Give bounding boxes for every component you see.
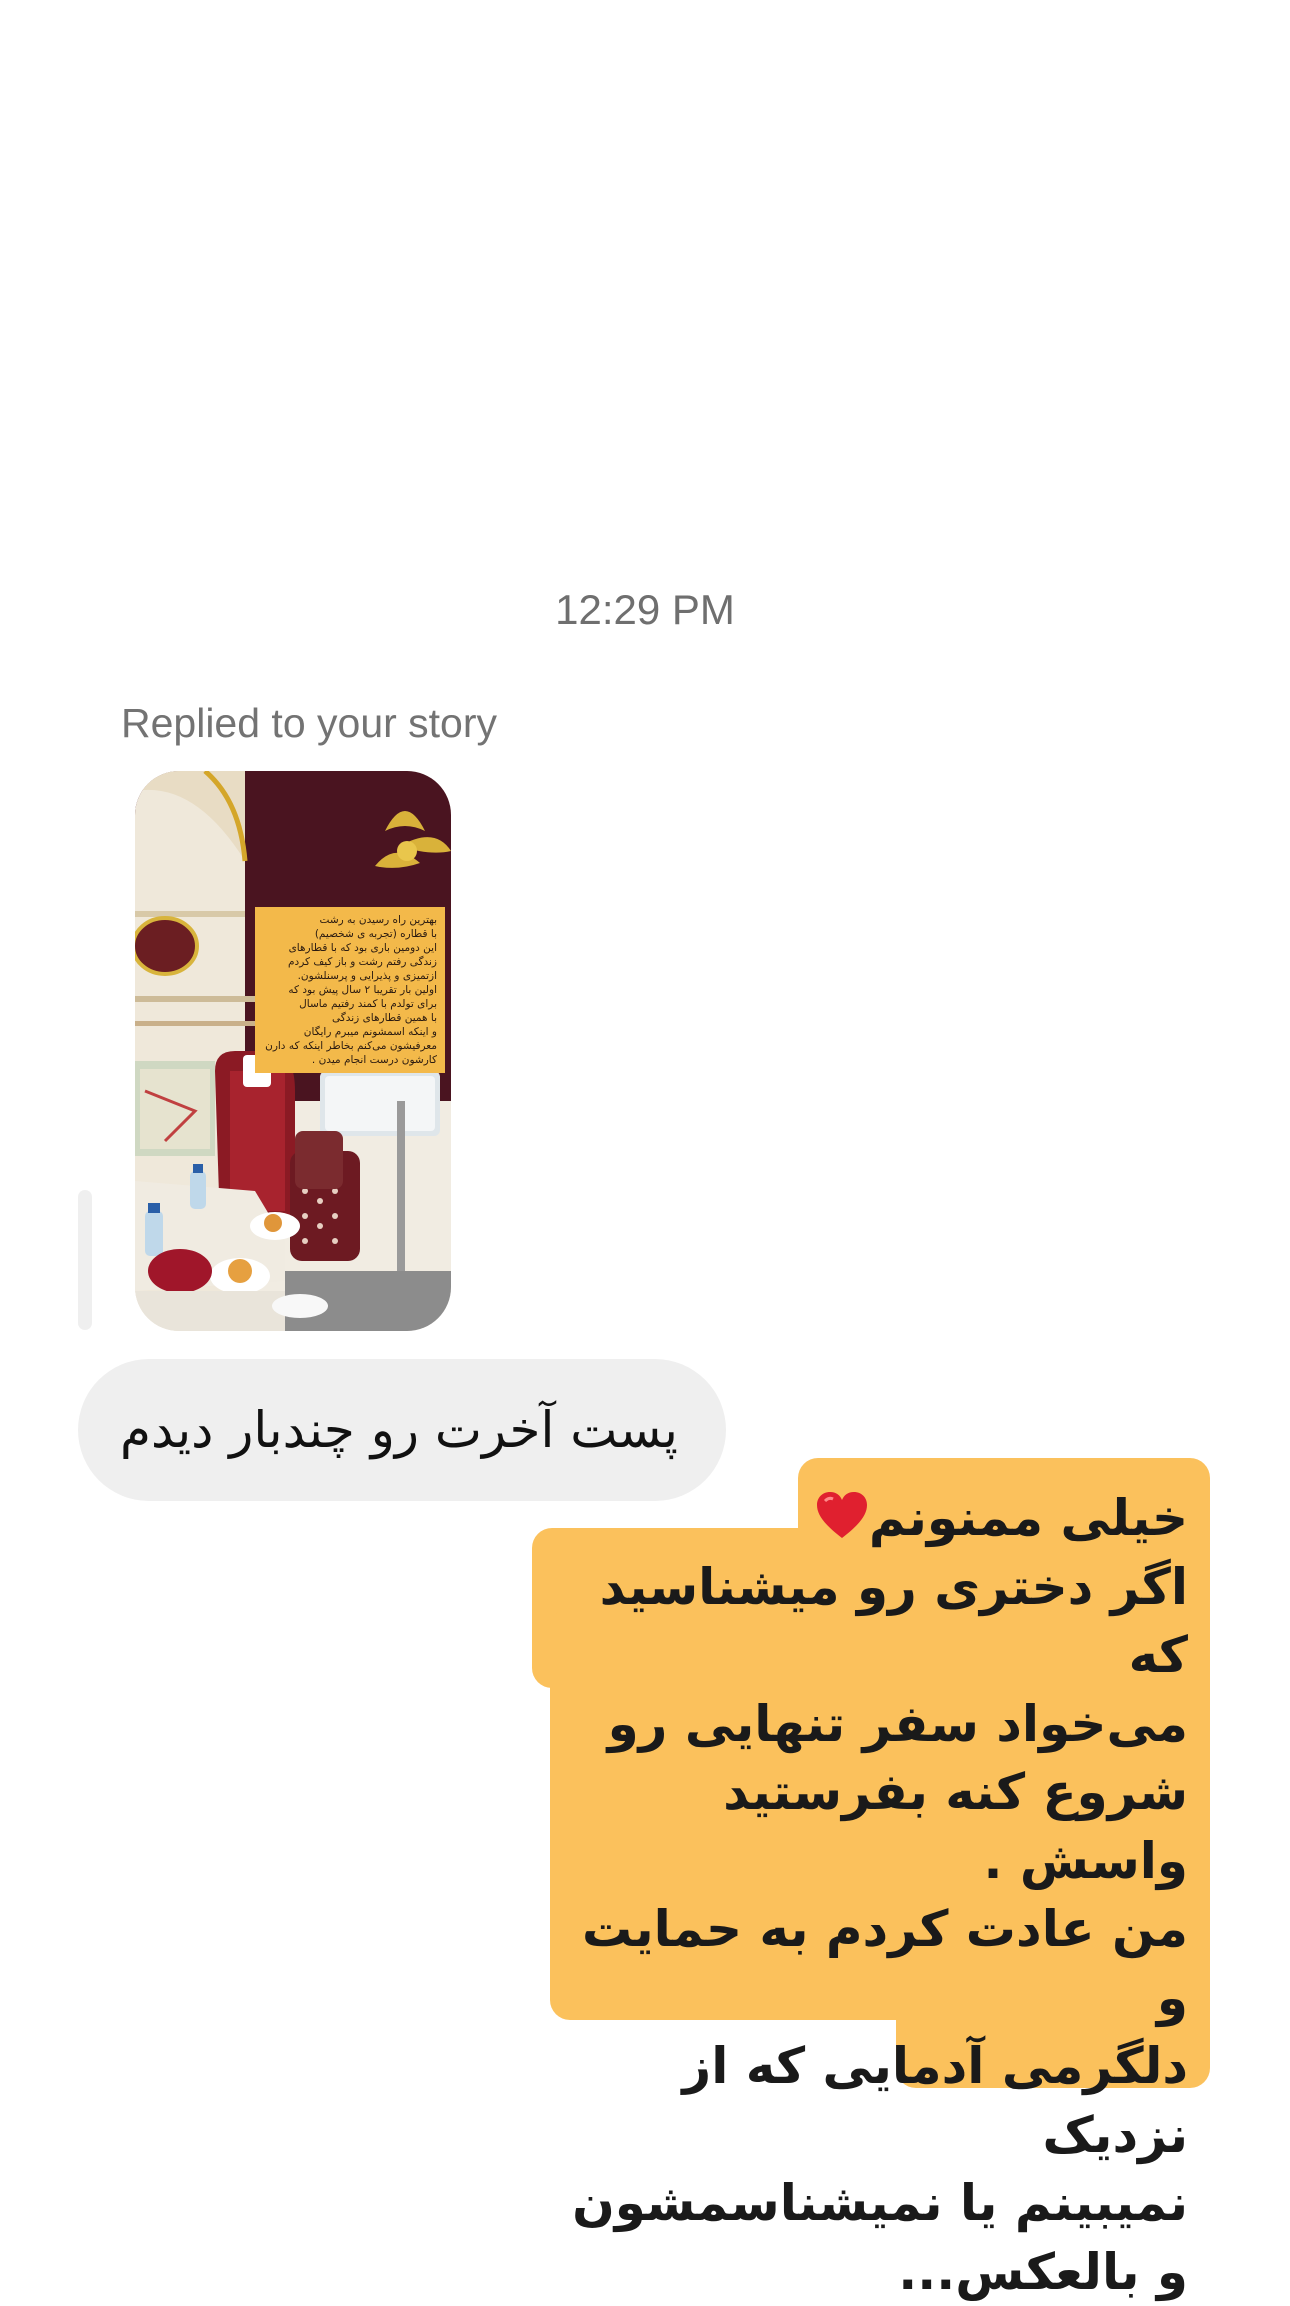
outgoing-line-5: من عادت کردم به حمایت و bbox=[548, 1895, 1188, 2032]
story-thumbnail[interactable]: بهترین راه رسیدن به رشت با قطاره (تجربه … bbox=[135, 771, 451, 1331]
outgoing-line-1: خیلی ممنونم bbox=[548, 1484, 1188, 1553]
outgoing-message-text: خیلی ممنونم اگر دختری رو میشناسید که می‌… bbox=[548, 1484, 1188, 2306]
outgoing-line-4: شروع کنه بفرستید واسش . bbox=[548, 1758, 1188, 1895]
outgoing-line-6: دلگرمی آدمایی که از نزدیک bbox=[548, 2032, 1188, 2169]
incoming-message-text: پست آخرت رو چندبار دیدم bbox=[120, 1401, 678, 1459]
reply-indicator-bar bbox=[78, 1190, 92, 1330]
story-reply-label: Replied to your story bbox=[121, 700, 497, 747]
outgoing-line-7: نمیبینم یا نمیشناسمشون bbox=[548, 2169, 1188, 2238]
outgoing-line-2: اگر دختری رو میشناسید که bbox=[548, 1553, 1188, 1690]
story-caption: بهترین راه رسیدن به رشت با قطاره (تجربه … bbox=[255, 907, 445, 1073]
outgoing-line-8: و بالعکس... bbox=[548, 2238, 1188, 2306]
outgoing-message-bubble[interactable]: خیلی ممنونم اگر دختری رو میشناسید که می‌… bbox=[530, 1458, 1210, 2088]
red-heart-icon bbox=[815, 1491, 869, 1541]
outgoing-line-3: می‌خواد سفر تنهایی رو bbox=[548, 1690, 1188, 1759]
message-timestamp: 12:29 PM bbox=[0, 586, 1290, 634]
